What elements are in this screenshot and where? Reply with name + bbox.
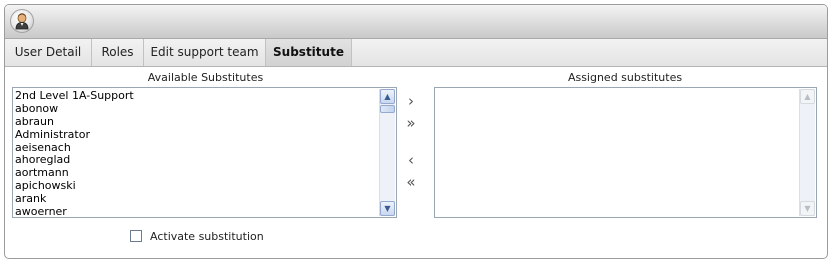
list-item[interactable]: 2nd Level 1A-Support: [15, 89, 378, 102]
available-substitutes-list[interactable]: 2nd Level 1A-Support abonow abraun Admin…: [12, 87, 397, 218]
assigned-substitutes-label: Assigned substitutes: [567, 71, 683, 84]
list-item[interactable]: Administrator: [15, 128, 378, 141]
scroll-up-icon: ▲: [800, 89, 815, 104]
remove-all-button[interactable]: «: [400, 173, 422, 191]
available-substitutes-label: Available Substitutes: [147, 71, 264, 84]
list-item[interactable]: arank: [15, 192, 378, 205]
title-bar: [5, 5, 827, 39]
assigned-substitutes-list[interactable]: ▲ ▼: [434, 87, 817, 218]
activate-substitution-checkbox[interactable]: [130, 230, 142, 242]
scroll-down-icon: ▼: [800, 201, 815, 216]
available-items: 2nd Level 1A-Support abonow abraun Admin…: [15, 89, 378, 217]
list-item[interactable]: aortmann: [15, 166, 378, 179]
assigned-scrollbar: ▲ ▼: [799, 89, 815, 216]
user-icon: [10, 9, 34, 33]
tab-roles[interactable]: Roles: [92, 39, 144, 66]
activate-substitution-label: Activate substitution: [150, 230, 264, 243]
list-item[interactable]: awoerner: [15, 205, 378, 217]
list-item[interactable]: aeisenach: [15, 141, 378, 154]
list-item[interactable]: abraun: [15, 115, 378, 128]
tab-substitute[interactable]: Substitute: [266, 39, 352, 66]
list-item[interactable]: ahoreglad: [15, 153, 378, 167]
scroll-thumb[interactable]: [380, 105, 395, 113]
list-item[interactable]: apichowski: [15, 179, 378, 192]
scroll-up-icon[interactable]: ▲: [380, 89, 395, 104]
add-all-button[interactable]: »: [400, 114, 422, 132]
available-scrollbar[interactable]: ▲ ▼: [379, 89, 395, 216]
add-selected-button[interactable]: ›: [400, 92, 422, 110]
tab-bar: User Detail Roles Edit support team Subs…: [5, 39, 827, 67]
list-item[interactable]: abonow: [15, 102, 378, 115]
tab-edit-support-team[interactable]: Edit support team: [144, 39, 266, 66]
remove-selected-button[interactable]: ‹: [400, 151, 422, 169]
tab-user-detail[interactable]: User Detail: [5, 39, 92, 66]
scroll-down-icon[interactable]: ▼: [380, 201, 395, 216]
